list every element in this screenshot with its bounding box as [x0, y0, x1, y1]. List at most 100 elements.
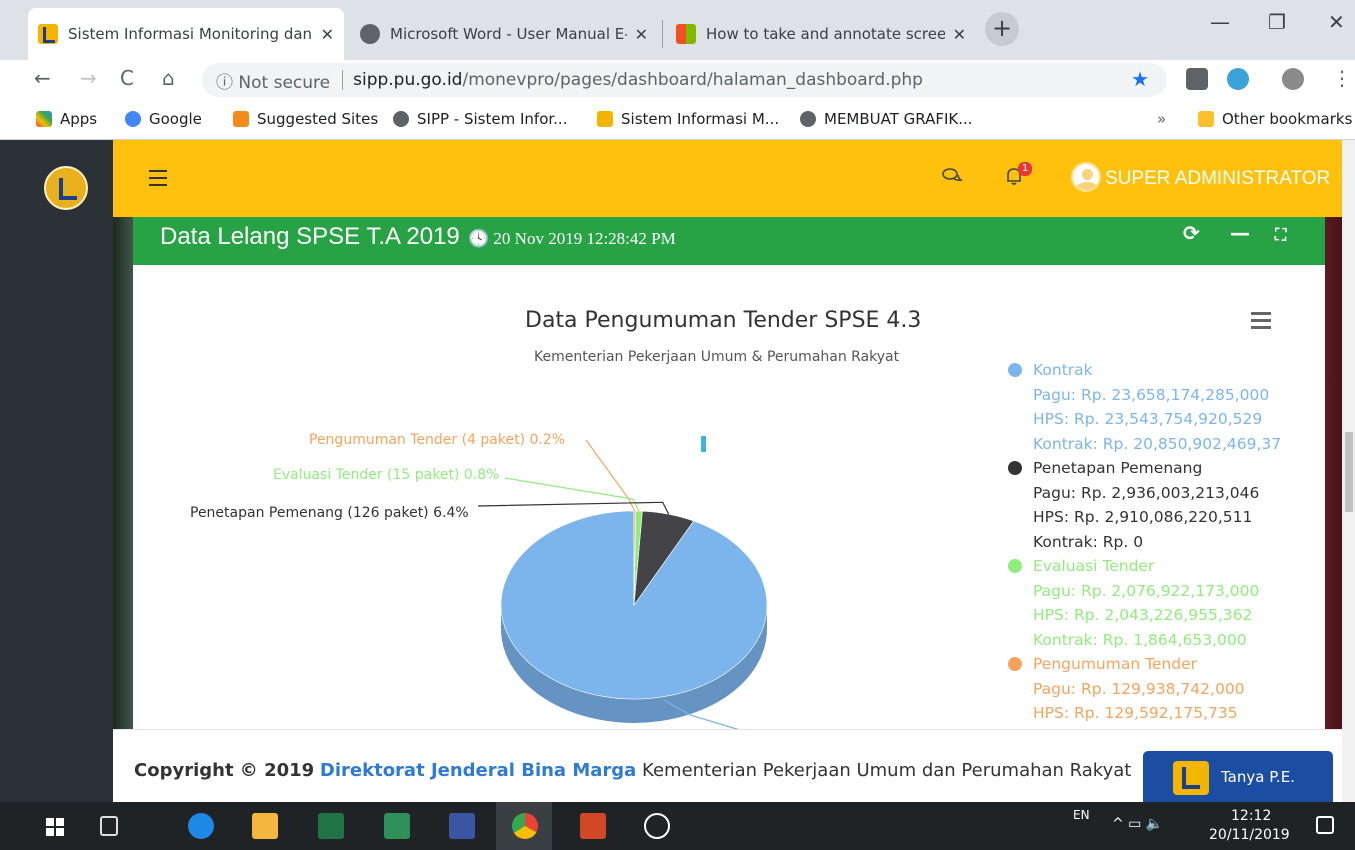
pu-logo-icon	[597, 111, 613, 127]
file-explorer-icon[interactable]	[252, 813, 278, 839]
legend-line: HPS: Rp. 129,592,175,735	[1033, 704, 1238, 722]
photos-icon[interactable]	[644, 813, 670, 839]
legend-item-evaluasi[interactable]: Evaluasi Tender Pagu: Rp. 2,076,922,173,…	[1008, 554, 1293, 652]
bookmark-label: Sistem Informasi M...	[621, 110, 780, 128]
action-center-icon[interactable]	[1316, 816, 1334, 834]
not-secure-label[interactable]: ⓘ Not secure	[216, 68, 330, 93]
legend-dot	[1008, 559, 1022, 573]
chart-context-menu-icon[interactable]	[1251, 312, 1271, 333]
bookmarks-overflow-button[interactable]: »	[1157, 110, 1166, 128]
tanya-pe-label: Tanya P.E.	[1221, 768, 1295, 786]
data-label-penetapan: Penetapan Pemenang (126 paket) 6.4%	[190, 505, 469, 521]
scrollbar-thumb[interactable]	[1345, 432, 1353, 512]
refresh-icon[interactable]: ⟳	[1183, 221, 1200, 245]
bookmark-suggested-sites[interactable]: Suggested Sites	[233, 110, 378, 128]
screen: Sistem Informasi Monitoring dan ✕ Micros…	[0, 0, 1355, 850]
chart-title: Data Pengumuman Tender SPSE 4.3	[525, 308, 922, 333]
visio-icon[interactable]	[449, 813, 475, 839]
user-avatar[interactable]	[1071, 162, 1101, 192]
language-indicator[interactable]: EN	[1073, 808, 1090, 822]
legend-dot	[1008, 657, 1022, 671]
globe-favicon-icon	[360, 24, 380, 44]
windows-start-icon[interactable]	[46, 818, 64, 836]
bookmark-membuat-grafik[interactable]: MEMBUAT GRAFIK...	[800, 110, 973, 128]
legend-item-kontrak[interactable]: Kontrak Pagu: Rp. 23,658,174,285,000 HPS…	[1008, 358, 1293, 456]
data-label-evaluasi: Evaluasi Tender (15 paket) 0.8%	[273, 467, 500, 483]
system-tray-icons[interactable]: ^ ▭ 🔈	[1112, 816, 1163, 832]
legend-item-pengumuman[interactable]: Pengumuman Tender Pagu: Rp. 129,938,742,…	[1008, 652, 1293, 726]
chrome-menu-icon[interactable]: ⋮	[1332, 66, 1352, 90]
windows-taskbar: EN ^ ▭ 🔈 12:12 20/11/2019	[0, 802, 1355, 850]
copyright-suffix: Kementerian Pekerjaan Umum dan Perumahan…	[642, 760, 1132, 781]
bookmark-sipp[interactable]: SIPP - Sistem Infor...	[393, 110, 567, 128]
panel-timestamp: 🕓 20 Nov 2019 12:28:42 PM	[468, 229, 676, 249]
tab-annotate-screenshot[interactable]: How to take and annotate screen ✕	[666, 8, 976, 60]
publisher-icon[interactable]	[384, 813, 410, 839]
pu-logo[interactable]	[44, 166, 88, 210]
legend-line: HPS: Rp. 2,910,086,220,511	[1033, 508, 1253, 526]
data-label-pengumuman: Pengumuman Tender (4 paket) 0.2%	[309, 432, 566, 448]
bookmark-label: Suggested Sites	[257, 110, 379, 128]
extension-icon[interactable]	[1227, 68, 1249, 90]
minimize-icon[interactable]: —	[1210, 10, 1230, 34]
address-bar[interactable]: ⓘ Not secure sipp.pu.go.id/monevpro/page…	[202, 63, 1167, 97]
tab-title: How to take and annotate screen	[706, 25, 945, 43]
legend-line: Pagu: Rp. 23,658,174,285,000	[1033, 385, 1270, 404]
copyright-prefix: Copyright © 2019	[134, 760, 315, 781]
new-tab-button[interactable]: +	[985, 12, 1019, 46]
bookmark-star-icon[interactable]: ★	[1131, 67, 1149, 91]
legend-item-penetapan[interactable]: Penetapan Pemenang Pagu: Rp. 2,936,003,2…	[1008, 456, 1293, 554]
forward-icon[interactable]: →	[80, 66, 97, 90]
chat-icon[interactable]	[941, 166, 963, 191]
collapse-icon[interactable]: —	[1230, 221, 1250, 245]
tab-divider	[662, 20, 663, 48]
bookmark-label: SIPP - Sistem Infor...	[417, 110, 568, 128]
task-view-icon[interactable]	[100, 816, 118, 836]
back-icon[interactable]: ←	[34, 66, 51, 90]
tab-sistem-informasi[interactable]: Sistem Informasi Monitoring dan ✕	[28, 8, 344, 60]
fullscreen-icon[interactable]: ⛶	[1275, 225, 1286, 245]
legend-name: Pengumuman Tender	[1033, 655, 1198, 673]
edge-icon[interactable]	[188, 813, 214, 839]
chrome-icon[interactable]	[512, 813, 538, 839]
chart-legend: Kontrak Pagu: Rp. 23,658,174,285,000 HPS…	[1008, 358, 1293, 728]
extension-icon[interactable]	[1186, 68, 1208, 90]
profile-avatar-icon[interactable]	[1282, 68, 1304, 90]
page-footer: Copyright © 2019 Direktorat Jenderal Bin…	[113, 729, 1355, 803]
tanya-pe-button[interactable]: Tanya P.E.	[1143, 751, 1333, 803]
browser-toolbar: ← → C ⌂ ⓘ Not secure sipp.pu.go.id/monev…	[0, 60, 1355, 100]
legend-line: HPS: Rp. 2,043,226,955,362	[1033, 606, 1253, 624]
address-divider	[342, 70, 344, 90]
bell-icon[interactable]: 1	[1005, 162, 1033, 191]
pu-logo-icon	[1173, 761, 1209, 795]
legend-line: Kontrak: Rp. 0	[1033, 532, 1144, 551]
clock-date[interactable]: 20/11/2019	[1209, 827, 1290, 843]
legend-line: Pagu: Rp. 2,076,922,173,000	[1033, 581, 1260, 600]
close-tab-icon[interactable]: ✕	[635, 25, 648, 44]
bookmark-apps[interactable]: Apps	[36, 110, 97, 128]
bookmark-label: Apps	[60, 110, 98, 128]
clock-icon: 🕓	[468, 229, 490, 248]
reload-icon[interactable]: C	[120, 66, 134, 90]
hamburger-icon[interactable]	[149, 170, 167, 191]
powerpoint-icon[interactable]	[580, 813, 606, 839]
url-domain: sipp.pu.go.id	[353, 70, 463, 90]
clock-time[interactable]: 12:12	[1231, 808, 1271, 824]
page-scrollbar[interactable]	[1342, 140, 1355, 802]
bookmark-google[interactable]: Google	[125, 110, 202, 128]
project-icon[interactable]	[318, 813, 344, 839]
home-icon[interactable]: ⌂	[162, 66, 175, 90]
window-close-icon[interactable]: ✕	[1328, 10, 1345, 34]
close-tab-icon[interactable]: ✕	[953, 25, 966, 44]
bina-marga-link[interactable]: Direktorat Jenderal Bina Marga	[320, 760, 636, 781]
user-name[interactable]: SUPER ADMINISTRATOR	[1105, 168, 1330, 190]
other-bookmarks[interactable]: Other bookmarks	[1198, 110, 1352, 128]
bookmarks-bar: Apps Google Suggested Sites SIPP - Siste…	[0, 100, 1355, 140]
restore-icon[interactable]: ❐	[1268, 10, 1286, 34]
legend-name: Kontrak	[1033, 361, 1093, 379]
bookmark-sistem-informasi[interactable]: Sistem Informasi M...	[597, 110, 779, 128]
close-tab-icon[interactable]: ✕	[321, 25, 334, 44]
folder-icon	[1198, 111, 1214, 127]
legend-line: Pagu: Rp. 129,938,742,000	[1033, 679, 1245, 698]
tab-microsoft-word[interactable]: Microsoft Word - User Manual E- ✕	[350, 8, 658, 60]
